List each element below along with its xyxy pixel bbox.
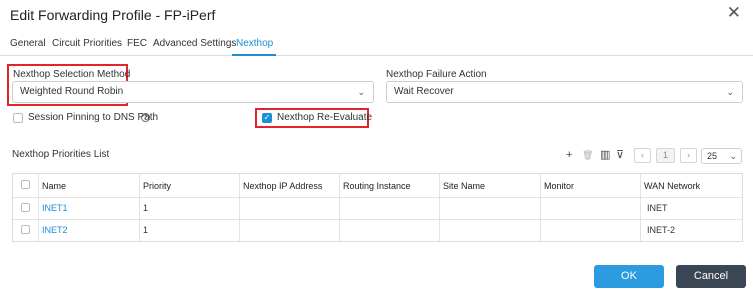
column-header-name[interactable]: Name xyxy=(42,181,66,191)
active-tab-indicator xyxy=(232,54,276,56)
row-name-link[interactable]: INET2 xyxy=(42,225,68,235)
ok-button[interactable]: OK xyxy=(594,265,664,288)
tab-general[interactable]: General xyxy=(10,38,46,49)
chevron-down-icon: ⌄ xyxy=(357,87,365,97)
row-divider xyxy=(13,197,742,198)
close-icon[interactable]: ✕ xyxy=(727,3,741,23)
tab-bar: General Circuit Priorities FEC Advanced … xyxy=(0,36,753,56)
failure-action-value: Wait Recover xyxy=(394,86,454,97)
row-wan-network: INET-2 xyxy=(647,225,676,235)
reevaluate-label: Nexthop Re-Evaluate xyxy=(277,112,373,123)
columns-icon[interactable]: ▥ xyxy=(600,148,610,162)
filter-icon[interactable]: ⊽ xyxy=(616,148,624,162)
session-pinning-checkbox[interactable] xyxy=(13,113,23,123)
session-pinning-label: Session Pinning to DNS Path xyxy=(28,112,159,123)
row-checkbox[interactable] xyxy=(21,203,30,212)
column-divider xyxy=(139,174,140,241)
list-title: Nexthop Priorities List xyxy=(12,149,110,160)
failure-action-label: Nexthop Failure Action xyxy=(386,69,487,80)
failure-action-select[interactable]: Wait Recover ⌄ xyxy=(386,81,743,103)
column-divider xyxy=(540,174,541,241)
column-header-monitor[interactable]: Monitor xyxy=(544,181,574,191)
chevron-down-icon: ⌄ xyxy=(729,151,737,161)
next-page-button[interactable]: › xyxy=(680,148,697,163)
column-header-routing-instance[interactable]: Routing Instance xyxy=(343,181,411,191)
column-header-nexthop-ip[interactable]: Nexthop IP Address xyxy=(243,181,322,191)
column-divider xyxy=(439,174,440,241)
row-divider xyxy=(13,219,742,220)
column-header-priority[interactable]: Priority xyxy=(143,181,171,191)
selection-method-label: Nexthop Selection Method xyxy=(13,69,131,80)
tab-fec[interactable]: FEC xyxy=(127,38,147,49)
page-size-value: 25 xyxy=(707,151,718,161)
column-divider xyxy=(239,174,240,241)
row-priority: 1 xyxy=(143,203,149,213)
column-divider xyxy=(38,174,39,241)
info-icon[interactable]: ? xyxy=(141,113,150,122)
column-divider xyxy=(640,174,641,241)
selection-method-select[interactable]: Weighted Round Robin ⌄ xyxy=(12,81,374,103)
row-name-link[interactable]: INET1 xyxy=(42,203,68,213)
column-header-wan-network[interactable]: WAN Network xyxy=(644,181,700,191)
add-icon[interactable]: + xyxy=(566,148,572,162)
tab-nexthop[interactable]: Nexthop xyxy=(236,38,273,49)
delete-icon[interactable]: 🗑 xyxy=(582,148,593,162)
tab-advanced-settings[interactable]: Advanced Settings xyxy=(153,38,236,49)
row-checkbox[interactable] xyxy=(21,225,30,234)
nexthop-priorities-table: Name Priority Nexthop IP Address Routing… xyxy=(12,173,743,242)
row-wan-network: INET xyxy=(647,203,668,213)
row-priority: 1 xyxy=(143,225,149,235)
select-all-checkbox[interactable] xyxy=(21,180,30,189)
reevaluate-checkbox[interactable]: ✓ xyxy=(262,113,272,123)
column-header-site-name[interactable]: Site Name xyxy=(443,181,485,191)
tab-circuit-priorities[interactable]: Circuit Priorities xyxy=(52,38,122,49)
column-divider xyxy=(339,174,340,241)
dialog-title: Edit Forwarding Profile - FP-iPerf xyxy=(10,7,216,23)
chevron-down-icon: ⌄ xyxy=(726,87,734,97)
page-size-select[interactable]: 25 ⌄ xyxy=(701,148,742,164)
selection-method-value: Weighted Round Robin xyxy=(20,86,124,97)
page-number: 1 xyxy=(656,148,675,163)
prev-page-button[interactable]: ‹ xyxy=(634,148,651,163)
cancel-button[interactable]: Cancel xyxy=(676,265,746,288)
